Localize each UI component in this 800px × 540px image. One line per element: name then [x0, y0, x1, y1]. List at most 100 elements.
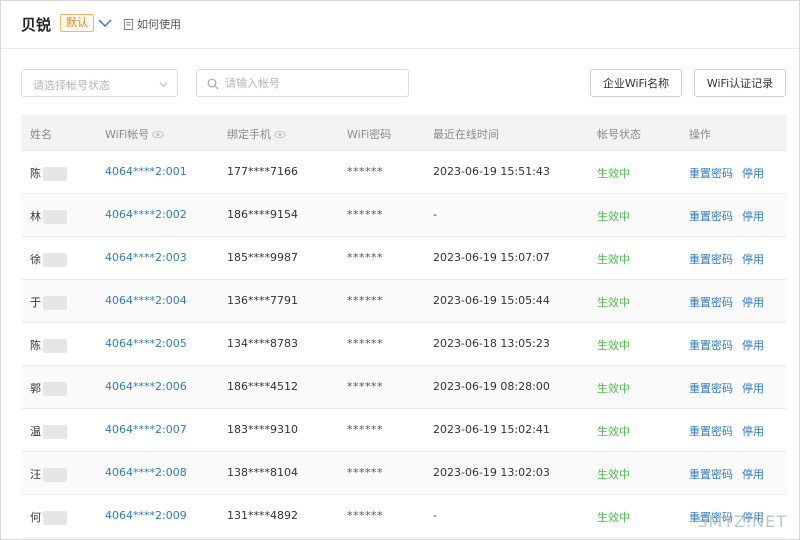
eye-icon[interactable]: [152, 130, 164, 139]
cell-wifi-account[interactable]: 4064****2:006: [105, 380, 187, 393]
document-icon: [123, 18, 134, 30]
cell-wifi-account[interactable]: 4064****2:002: [105, 208, 187, 221]
cell-phone: 177****7166: [227, 165, 298, 178]
table-row: 陈 4064****2:001 177****7166 ****** 2023-…: [21, 151, 787, 194]
cell-wifi-account[interactable]: 4064****2:009: [105, 509, 187, 522]
cell-wifi-password: ******: [347, 423, 383, 436]
reset-password-link[interactable]: 重置密码: [689, 339, 733, 352]
table-row: 郭 4064****2:006 186****4512 ****** 2023-…: [21, 366, 787, 409]
cell-wifi-password: ******: [347, 251, 383, 264]
column-header-wifi-account: WiFi帐号: [105, 126, 164, 142]
table-header: 姓名 WiFi帐号 绑定手机 WiFi密码 最近在线时间 帐号状态 操作: [21, 115, 787, 151]
disable-link[interactable]: 停用: [742, 210, 764, 223]
cell-wifi-password: ******: [347, 165, 383, 178]
help-link[interactable]: 如何使用: [123, 16, 181, 32]
table-row: 汪 4064****2:008 138****8104 ****** 2023-…: [21, 452, 787, 495]
account-search-box[interactable]: [196, 69, 409, 97]
cell-phone: 183****9310: [227, 423, 298, 436]
default-badge: 默认: [60, 14, 94, 32]
search-icon: [207, 78, 219, 90]
column-header-phone: 绑定手机: [227, 126, 286, 142]
cell-last-online: 2023-06-19 08:28:00: [433, 380, 550, 393]
cell-last-online: -: [433, 208, 437, 221]
table-row: 何 4064****2:009 131****4892 ****** - 生效中…: [21, 495, 787, 538]
cell-name: 汪: [30, 466, 67, 482]
cell-wifi-password: ******: [347, 208, 383, 221]
cell-wifi-password: ******: [347, 380, 383, 393]
cell-name: 陈: [30, 165, 67, 181]
account-table: 姓名 WiFi帐号 绑定手机 WiFi密码 最近在线时间 帐号状态 操作 陈 4…: [21, 115, 787, 538]
reset-password-link[interactable]: 重置密码: [689, 253, 733, 266]
cell-name: 郭: [30, 380, 67, 396]
search-input[interactable]: [225, 74, 400, 92]
cell-actions: 重置密码 停用: [689, 294, 764, 310]
reset-password-link[interactable]: 重置密码: [689, 296, 733, 309]
cell-actions: 重置密码 停用: [689, 337, 764, 353]
cell-status: 生效中: [597, 468, 630, 481]
cell-status: 生效中: [597, 425, 630, 438]
column-header-name: 姓名: [30, 128, 52, 141]
reset-password-link[interactable]: 重置密码: [689, 210, 733, 223]
cell-wifi-account[interactable]: 4064****2:005: [105, 337, 187, 350]
cell-wifi-account[interactable]: 4064****2:004: [105, 294, 187, 307]
cell-actions: 重置密码 停用: [689, 466, 764, 482]
cell-wifi-password: ******: [347, 466, 383, 479]
cell-status: 生效中: [597, 339, 630, 352]
cell-name: 陈: [30, 337, 67, 353]
cell-wifi-account[interactable]: 4064****2:007: [105, 423, 187, 436]
reset-password-link[interactable]: 重置密码: [689, 468, 733, 481]
brand-title: 贝锐: [21, 16, 52, 34]
disable-link[interactable]: 停用: [742, 468, 764, 481]
chevron-down-icon[interactable]: [97, 15, 113, 31]
cell-phone: 185****9987: [227, 251, 298, 264]
eye-icon[interactable]: [274, 130, 286, 139]
reset-password-link[interactable]: 重置密码: [689, 425, 733, 438]
cell-phone: 134****8783: [227, 337, 298, 350]
cell-wifi-account[interactable]: 4064****2:003: [105, 251, 187, 264]
cell-name: 徐: [30, 251, 67, 267]
cell-wifi-password: ******: [347, 509, 383, 522]
watermark: SMYZ.NET: [697, 512, 787, 531]
cell-wifi-account[interactable]: 4064****2:008: [105, 466, 187, 479]
cell-status: 生效中: [597, 296, 630, 309]
table-row: 于 4064****2:004 136****7791 ****** 2023-…: [21, 280, 787, 323]
cell-status: 生效中: [597, 210, 630, 223]
cell-last-online: 2023-06-19 15:02:41: [433, 423, 550, 436]
cell-phone: 131****4892: [227, 509, 298, 522]
column-header-status: 帐号状态: [597, 128, 641, 141]
disable-link[interactable]: 停用: [742, 167, 764, 180]
cell-name: 温: [30, 423, 67, 439]
cell-name: 于: [30, 294, 67, 310]
cell-last-online: 2023-06-18 13:05:23: [433, 337, 550, 350]
table-row: 陈 4064****2:005 134****8783 ****** 2023-…: [21, 323, 787, 366]
disable-link[interactable]: 停用: [742, 425, 764, 438]
header: 贝锐 默认 如何使用: [1, 1, 799, 49]
disable-link[interactable]: 停用: [742, 253, 764, 266]
cell-actions: 重置密码 停用: [689, 208, 764, 224]
enterprise-wifi-name-button[interactable]: 企业WiFi名称: [590, 69, 682, 97]
cell-last-online: 2023-06-19 15:05:44: [433, 294, 550, 307]
disable-link[interactable]: 停用: [742, 339, 764, 352]
cell-last-online: -: [433, 509, 437, 522]
column-header-last-online: 最近在线时间: [433, 128, 499, 141]
cell-actions: 重置密码 停用: [689, 380, 764, 396]
reset-password-link[interactable]: 重置密码: [689, 382, 733, 395]
table-row: 林 4064****2:002 186****9154 ****** - 生效中…: [21, 194, 787, 237]
disable-link[interactable]: 停用: [742, 382, 764, 395]
cell-wifi-password: ******: [347, 337, 383, 350]
cell-wifi-account[interactable]: 4064****2:001: [105, 165, 187, 178]
column-header-wifi-password: WiFi密码: [347, 128, 392, 141]
reset-password-link[interactable]: 重置密码: [689, 167, 733, 180]
account-status-select[interactable]: 请选择帐号状态: [21, 69, 178, 97]
cell-phone: 186****9154: [227, 208, 298, 221]
cell-status: 生效中: [597, 382, 630, 395]
cell-last-online: 2023-06-19 15:07:07: [433, 251, 550, 264]
cell-actions: 重置密码 停用: [689, 423, 764, 439]
table-row: 徐 4064****2:003 185****9987 ****** 2023-…: [21, 237, 787, 280]
disable-link[interactable]: 停用: [742, 296, 764, 309]
cell-status: 生效中: [597, 511, 630, 524]
app-window: 贝锐 默认 如何使用 请选择帐号状态 企业WiFi名称 WiFi认证记录: [0, 0, 800, 540]
cell-phone: 136****7791: [227, 294, 298, 307]
cell-name: 林: [30, 208, 67, 224]
wifi-auth-log-button[interactable]: WiFi认证记录: [694, 69, 786, 97]
